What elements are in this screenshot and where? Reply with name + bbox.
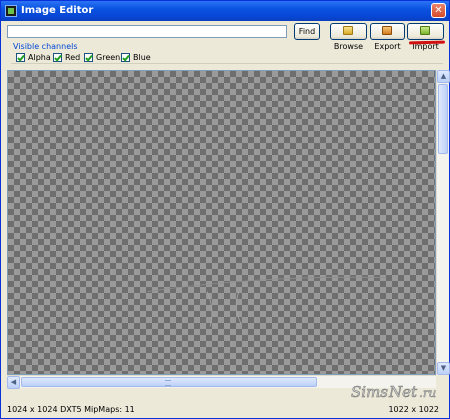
image-size-text: 1022 x 1022 <box>388 405 439 414</box>
scroll-up-button[interactable]: ▲ <box>437 70 450 83</box>
arrow-down-icon: ▼ <box>440 364 447 372</box>
import-highlight-underline <box>408 40 446 45</box>
image-editor-window: Image Editor ✕ Find Browse Export Import… <box>0 0 450 419</box>
vertical-scroll-thumb[interactable] <box>438 84 448 154</box>
svg-text:.ru: .ru <box>419 386 436 400</box>
export-button-label: Export <box>374 42 401 51</box>
browse-button-label: Browse <box>333 42 364 51</box>
svg-text:Net: Net <box>388 383 418 401</box>
checkbox-checked-icon[interactable] <box>53 53 62 62</box>
site-watermark: Sims Net .ru <box>351 383 437 402</box>
export-button[interactable]: Export <box>370 23 405 51</box>
find-button[interactable]: Find <box>294 23 320 40</box>
red-checkbox-label: Red <box>65 53 81 62</box>
window-title: Image Editor <box>21 5 94 16</box>
close-button[interactable]: ✕ <box>431 3 446 18</box>
arrow-up-icon: ▲ <box>440 72 447 80</box>
app-icon <box>5 5 17 17</box>
scroll-down-button[interactable]: ▼ <box>437 362 450 375</box>
title-bar[interactable]: Image Editor ✕ <box>1 1 449 21</box>
folder-icon <box>342 26 353 35</box>
import-icon <box>419 26 430 35</box>
scroll-left-button[interactable]: ◀ <box>7 376 20 389</box>
blue-checkbox-label: Blue <box>133 53 151 62</box>
close-icon: ✕ <box>434 5 443 16</box>
checkbox-checked-icon[interactable] <box>121 53 130 62</box>
texture-info-text: 1024 x 1024 DXT5 MipMaps: 11 <box>7 405 135 414</box>
texture-outline <box>147 276 386 327</box>
image-preview-canvas[interactable] <box>7 70 436 375</box>
horizontal-scroll-thumb[interactable] <box>21 377 317 387</box>
channels-group-divider <box>11 63 443 64</box>
alpha-checkbox-label: Alpha <box>28 53 51 62</box>
visible-channels-label: Visible channels <box>13 42 78 51</box>
svg-text:Sims: Sims <box>351 383 388 401</box>
checkbox-checked-icon[interactable] <box>84 53 93 62</box>
import-button[interactable]: Import <box>407 23 444 51</box>
vertical-scrollbar[interactable]: ▲ ▼ <box>436 70 450 375</box>
arrow-left-icon: ◀ <box>10 378 17 386</box>
browse-button[interactable]: Browse <box>330 23 367 51</box>
checkbox-checked-icon[interactable] <box>16 53 25 62</box>
green-checkbox-label: Green <box>96 53 121 62</box>
export-icon <box>381 26 392 35</box>
search-input[interactable] <box>7 25 287 38</box>
